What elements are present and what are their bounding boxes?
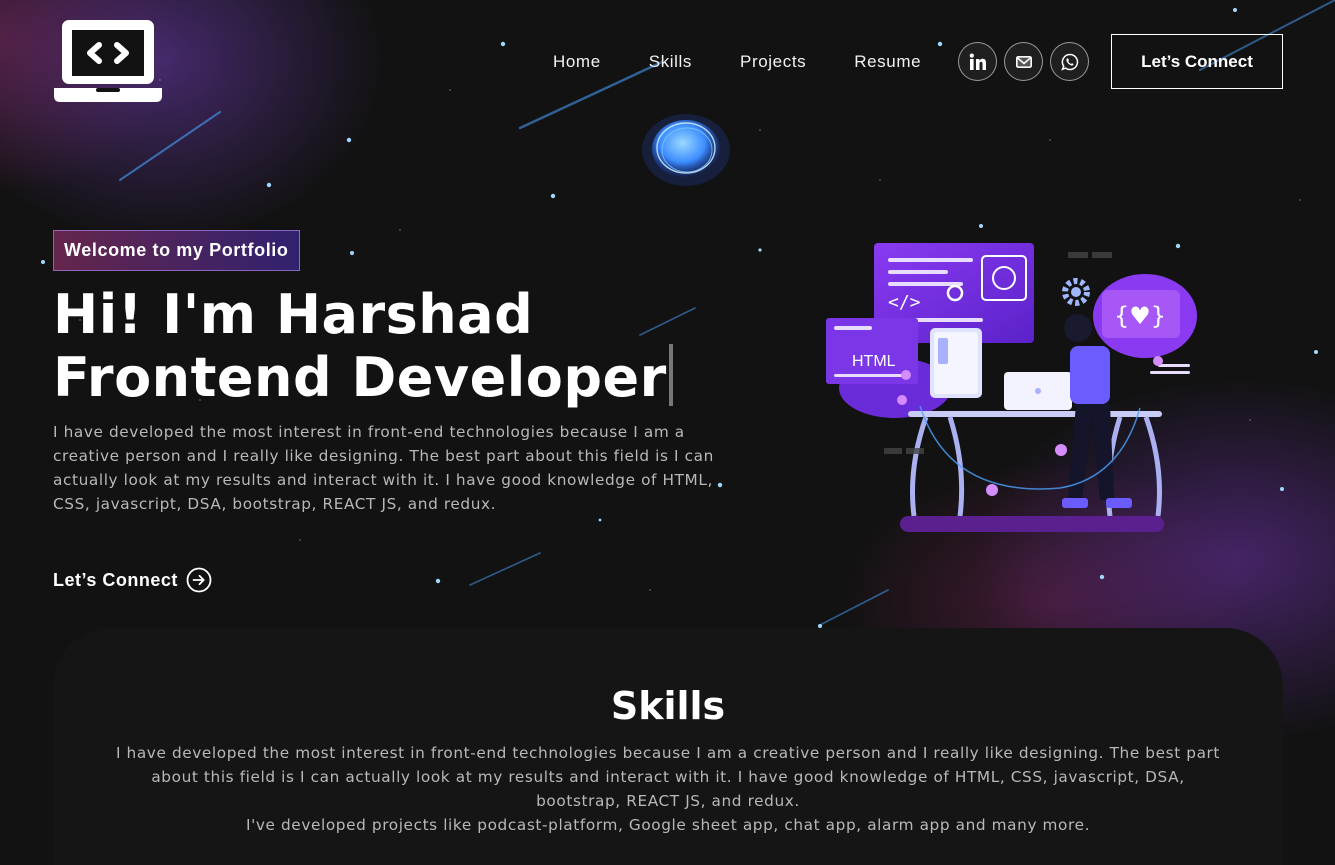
braces-heart-label: {♥} bbox=[1114, 302, 1166, 330]
glowing-planet-icon bbox=[640, 112, 732, 188]
hero-headline: Hi! I'm Harshad Frontend Developer bbox=[53, 286, 753, 407]
social-links bbox=[958, 42, 1089, 81]
hero-intro-text: I have developed the most interest in fr… bbox=[53, 423, 714, 513]
nav-skills[interactable]: Skills bbox=[649, 50, 692, 74]
typing-cursor bbox=[668, 344, 673, 406]
hero-connect-link[interactable]: Let’s Connect bbox=[53, 567, 212, 593]
lets-connect-button[interactable]: Let’s Connect bbox=[1111, 34, 1283, 89]
arrow-right-circle-icon bbox=[186, 567, 212, 593]
skills-section: Skills I have developed the most interes… bbox=[53, 628, 1283, 865]
headline-greeting: Hi! I'm Harshad bbox=[53, 283, 534, 346]
skills-desc-paragraph: I have developed the most interest in fr… bbox=[115, 744, 1221, 810]
whatsapp-icon[interactable] bbox=[1050, 42, 1089, 81]
html-panel-label: HTML bbox=[852, 353, 896, 370]
main-nav: Home Skills Projects Resume bbox=[553, 50, 969, 74]
skills-description: I have developed the most interest in fr… bbox=[108, 741, 1228, 837]
welcome-tagline: Welcome to my Portfolio bbox=[53, 230, 300, 271]
hero-connect-label: Let’s Connect bbox=[53, 569, 178, 590]
nav-resume[interactable]: Resume bbox=[854, 50, 921, 74]
logo-laptop-code-icon[interactable] bbox=[52, 18, 164, 104]
headline-role: Frontend Developer bbox=[53, 346, 667, 409]
mail-icon[interactable] bbox=[1004, 42, 1043, 81]
linkedin-icon[interactable] bbox=[958, 42, 997, 81]
nav-projects[interactable]: Projects bbox=[740, 50, 806, 74]
skills-title: Skills bbox=[610, 684, 726, 728]
developer-illustration: </> HTML {♥} bbox=[820, 238, 1200, 538]
nav-home[interactable]: Home bbox=[553, 50, 601, 74]
skills-projects-paragraph: I've developed projects like podcast-pla… bbox=[245, 816, 1091, 834]
code-tag-text: </> bbox=[888, 292, 921, 313]
